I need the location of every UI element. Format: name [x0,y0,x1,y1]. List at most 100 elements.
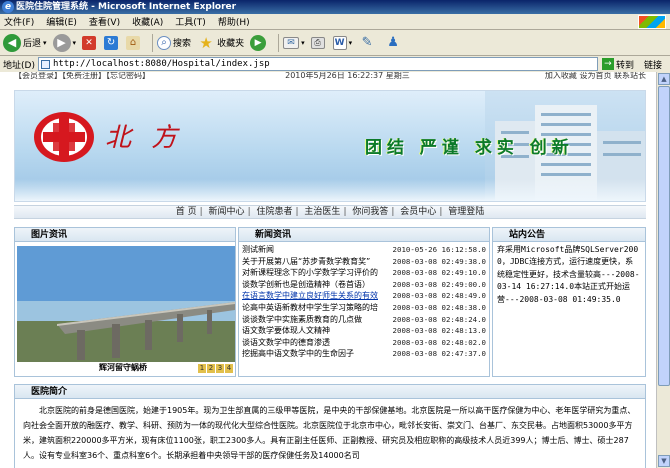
nav-doctors[interactable]: 主治医生 [304,207,340,217]
hospital-intro-panel: 医院简介 北京医院的前身是德国医院，始建于1905年。现为卫生部直属的三级甲等医… [14,384,646,468]
news-item[interactable]: 在语言数学中建立良好师生关系的有效 2008-03-08 02:48:49.0 [242,290,486,302]
browser-toolbar: ◀ 后退 ▾ ▶ ▾ ✕ ↻ ⌂ ⌕ 搜索 ★ 收藏夹 ▶ ✉ ▾ ⎙ W ▾ … [0,30,670,56]
news-photo[interactable]: 辉河留守蜗桥 1 2 3 4 [17,246,235,374]
favorites-button[interactable]: ★ 收藏夹 [197,34,244,52]
windows-logo-icon [638,15,666,29]
toolbar-separator [278,33,280,52]
menu-bar: 文件(F) 编辑(E) 查看(V) 收藏(A) 工具(T) 帮助(H) [0,14,670,30]
ie-icon: e [2,1,14,13]
site-banner: 北 方 团结 严谨 求实 创新 [14,90,646,202]
print-button[interactable]: ⎙ [310,36,327,49]
current-datetime: 2010年5月26日 16:22:37 星期三 [285,72,410,80]
address-bar: 地址(D) http://localhost:8080/Hospital/ind… [0,56,670,72]
address-label: 地址(D) [3,60,35,71]
news-item[interactable]: 谈数学创新也是创造精神（卷首语） 2008-03-08 02:49:00.0 [242,279,486,291]
news-panel: 新闻资讯 测试新闻 2010-05-26 16:12:58.0 关于开展第八届“苏… [238,227,490,377]
search-icon: ⌕ [157,35,172,50]
bridge-photo-image [17,246,235,374]
news-item[interactable]: 挖掘高中语文数学中的生命因子 2008-03-08 02:47:37.0 [242,348,486,360]
nav-members[interactable]: 会员中心 [400,207,436,217]
discuss-button[interactable]: ✎ [358,34,378,52]
photo-page-4[interactable]: 4 [225,364,233,373]
home-button[interactable]: ⌂ [126,35,142,50]
links-button[interactable]: 链接 [644,58,662,71]
address-input[interactable]: http://localhost:8080/Hospital/index.jsp [37,57,598,71]
stop-icon: ✕ [82,35,97,50]
main-nav: 首 页 | 新闻中心 | 住院患者 | 主治医生 | 你问我答 | 会员中心 | 管理登陆 [14,205,646,219]
news-item[interactable]: 论高中英语新教材中学生学习策略的培 2008-03-08 02:48:38.0 [242,302,486,314]
mail-icon: ✉ [283,36,300,49]
media-button[interactable]: ▶ [250,34,268,51]
home-icon: ⌂ [126,35,141,50]
menu-file[interactable]: 文件(F) [4,15,34,28]
news-list: 测试新闻 2010-05-26 16:12:58.0 关于开展第八届“苏步青数学教… [239,242,489,362]
stop-button[interactable]: ✕ [82,35,98,50]
top-strip: 【会员登录】【免费注册】【忘记密码】 2010年5月26日 16:22:37 星… [14,72,646,80]
window-titlebar[interactable]: e 医院住院管理系统 - Microsoft Internet Explorer [0,0,670,14]
banner-slogan: 团结 严谨 求实 创新 [365,138,574,158]
dropdown-arrow-icon: ▾ [43,38,47,47]
photo-pager: 1 2 3 4 [197,364,233,373]
news-item[interactable]: 对新课程理念下的小学数学学习评价的 2008-03-08 02:49:10.0 [242,267,486,279]
banner-wave [15,179,645,201]
media-icon: ▶ [250,34,267,51]
refresh-icon: ↻ [104,35,119,50]
mail-button[interactable]: ✉ ▾ [283,36,305,49]
picture-news-panel: 图片资讯 辉河留守蜗桥 1 2 3 4 [14,227,236,377]
toolbar-separator [152,33,154,52]
notice-panel: 站内公告 弃采用Microsoft品牌SQLServer2000，JDBC连接方… [492,227,646,377]
window-title: 医院住院管理系统 - Microsoft Internet Explorer [16,2,237,12]
photo-page-1[interactable]: 1 [198,364,206,373]
hospital-logo-icon [34,112,94,162]
photo-page-2[interactable]: 2 [207,364,215,373]
scroll-thumb[interactable] [658,86,670,386]
back-button[interactable]: ◀ 后退 ▾ [3,33,47,52]
nav-home[interactable]: 首 页 [176,207,197,217]
panel-title: 新闻资讯 [239,228,489,242]
notice-marquee: 弃采用Microsoft品牌SQLServer2000，JDBC连接方式，运行速… [497,245,640,304]
star-icon: ★ [199,33,213,52]
member-links[interactable]: 【会员登录】【免费注册】【忘记密码】 [14,72,150,80]
dropdown-arrow-icon: ▾ [348,38,353,47]
scroll-up-icon[interactable]: ▲ [658,73,670,85]
menu-favorites[interactable]: 收藏(A) [132,15,163,28]
refresh-button[interactable]: ↻ [104,35,120,50]
intro-text: 北京医院的前身是德国医院，始建于1905年。现为卫生部直属的三级甲等医院，是中央… [23,406,636,460]
pen-icon: ✎ [361,34,373,50]
menu-tools[interactable]: 工具(T) [175,15,206,28]
panel-title: 站内公告 [493,228,645,242]
panel-title: 医院简介 [15,385,645,399]
panel-title: 图片资讯 [15,228,235,242]
vertical-scrollbar[interactable]: ▲ ▼ [656,72,670,468]
menu-edit[interactable]: 编辑(E) [46,15,77,28]
go-button[interactable]: → 转到 [601,58,634,71]
dropdown-arrow-icon: ▾ [301,38,305,47]
nav-patients[interactable]: 住院患者 [256,207,292,217]
menu-help[interactable]: 帮助(H) [218,15,250,28]
dropdown-arrow-icon: ▾ [72,38,77,47]
menu-view[interactable]: 查看(V) [89,15,120,28]
page-icon [40,60,50,69]
news-item[interactable]: 谈谈数学中实施素质教育的几点做 2008-03-08 02:48:24.0 [242,314,486,326]
go-arrow-icon: → [601,58,614,70]
print-icon: ⎙ [310,36,325,49]
edit-button[interactable]: W ▾ [332,35,353,50]
news-item[interactable]: 谈语文数学中的德育渗透 2008-03-08 02:48:02.0 [242,337,486,349]
back-arrow-icon: ◀ [3,33,21,52]
forward-arrow-icon: ▶ [52,33,71,52]
news-item[interactable]: 测试新闻 2010-05-26 16:12:58.0 [242,244,486,256]
forward-button[interactable]: ▶ ▾ [52,33,77,52]
messenger-icon: ♟ [387,34,399,50]
search-button[interactable]: ⌕ 搜索 [157,35,191,50]
news-item[interactable]: 关于开展第八届“苏步青数学教育奖” 2008-03-08 02:49:38.0 [242,256,486,268]
photo-page-3[interactable]: 3 [216,364,224,373]
site-links[interactable]: 加入收藏 设为首页 联系站长 [545,72,646,80]
messenger-button[interactable]: ♟ [384,34,404,52]
hospital-name: 北 方 [105,123,184,153]
nav-qa[interactable]: 你问我答 [352,207,388,217]
nav-admin-login[interactable]: 管理登陆 [448,207,484,217]
news-item[interactable]: 语文数学要体现人文精神 2008-03-08 02:48:13.0 [242,325,486,337]
nav-news[interactable]: 新闻中心 [209,207,245,217]
scroll-down-icon[interactable]: ▼ [658,455,670,467]
word-icon: W [332,35,347,50]
